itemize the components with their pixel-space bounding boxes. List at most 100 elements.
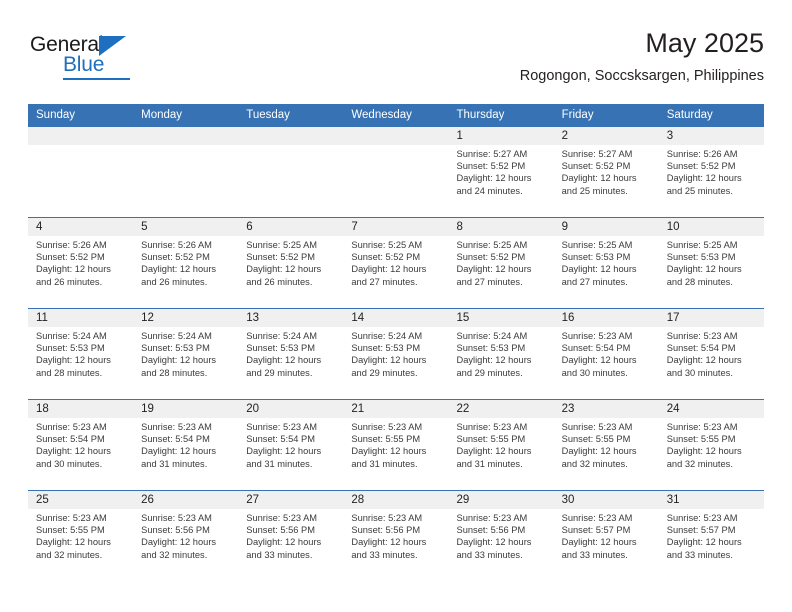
day-number[interactable]: 26 — [133, 491, 238, 509]
sunset-text: Sunset: 5:54 PM — [141, 434, 210, 445]
daylight-text-line2: and 27 minutes. — [561, 276, 628, 287]
day-number[interactable]: 31 — [659, 491, 764, 509]
daylight-text-line1: Daylight: 12 hours — [666, 355, 742, 366]
general-blue-logo[interactable]: General Blue — [30, 34, 160, 82]
day-number[interactable]: 24 — [659, 400, 764, 418]
day-cell[interactable]: Sunrise: 5:24 AM Sunset: 5:53 PM Dayligh… — [133, 327, 238, 399]
sunset-text: Sunset: 5:53 PM — [246, 343, 315, 354]
day-number[interactable] — [133, 127, 238, 145]
day-number[interactable]: 23 — [554, 400, 659, 418]
sunset-text: Sunset: 5:53 PM — [36, 343, 105, 354]
day-cell[interactable]: Sunrise: 5:23 AM Sunset: 5:57 PM Dayligh… — [659, 509, 764, 581]
daylight-text-line2: and 33 minutes. — [561, 549, 628, 560]
sunrise-text: Sunrise: 5:26 AM — [666, 149, 738, 159]
sunrise-text: Sunrise: 5:23 AM — [351, 422, 423, 432]
day-number[interactable]: 18 — [28, 400, 133, 418]
day-cell[interactable]: Sunrise: 5:23 AM Sunset: 5:57 PM Dayligh… — [554, 509, 659, 581]
day-number[interactable]: 15 — [449, 309, 554, 327]
sunset-text: Sunset: 5:54 PM — [36, 434, 105, 445]
day-cell[interactable]: Sunrise: 5:23 AM Sunset: 5:54 PM Dayligh… — [659, 327, 764, 399]
day-cell[interactable]: Sunrise: 5:23 AM Sunset: 5:54 PM Dayligh… — [554, 327, 659, 399]
day-cell[interactable]: Sunrise: 5:26 AM Sunset: 5:52 PM Dayligh… — [133, 236, 238, 308]
day-number[interactable]: 16 — [554, 309, 659, 327]
day-number[interactable]: 3 — [659, 127, 764, 145]
sunset-text: Sunset: 5:56 PM — [351, 525, 421, 536]
day-number[interactable]: 8 — [449, 218, 554, 236]
sunrise-text: Sunrise: 5:26 AM — [141, 240, 212, 250]
calendar-grid: Sunday Monday Tuesday Wednesday Thursday… — [28, 104, 764, 581]
day-cell[interactable]: Sunrise: 5:27 AM Sunset: 5:52 PM Dayligh… — [449, 145, 554, 217]
day-number[interactable]: 1 — [449, 127, 554, 145]
day-cell[interactable]: Sunrise: 5:24 AM Sunset: 5:53 PM Dayligh… — [343, 327, 448, 399]
day-cell[interactable]: Sunrise: 5:27 AM Sunset: 5:52 PM Dayligh… — [554, 145, 659, 217]
day-number[interactable]: 17 — [659, 309, 764, 327]
day-header-saturday: Saturday — [666, 109, 713, 121]
day-cell[interactable]: Sunrise: 5:23 AM Sunset: 5:54 PM Dayligh… — [238, 418, 343, 490]
day-number[interactable] — [343, 127, 448, 145]
sunrise-text: Sunrise: 5:23 AM — [456, 513, 528, 523]
day-number[interactable]: 10 — [659, 218, 764, 236]
day-cell[interactable] — [238, 145, 343, 217]
day-cell[interactable] — [28, 145, 133, 217]
day-header-monday: Monday — [141, 109, 183, 121]
day-number[interactable]: 29 — [449, 491, 554, 509]
day-number[interactable]: 5 — [133, 218, 238, 236]
day-cell[interactable]: Sunrise: 5:24 AM Sunset: 5:53 PM Dayligh… — [28, 327, 133, 399]
day-cell[interactable]: Sunrise: 5:23 AM Sunset: 5:56 PM Dayligh… — [449, 509, 554, 581]
day-cell[interactable]: Sunrise: 5:23 AM Sunset: 5:54 PM Dayligh… — [28, 418, 133, 490]
day-cell[interactable]: Sunrise: 5:23 AM Sunset: 5:55 PM Dayligh… — [28, 509, 133, 581]
daylight-text-line2: and 27 minutes. — [456, 276, 523, 287]
day-number[interactable]: 11 — [28, 309, 133, 327]
day-cell[interactable]: Sunrise: 5:25 AM Sunset: 5:52 PM Dayligh… — [343, 236, 448, 308]
day-cell[interactable] — [343, 145, 448, 217]
day-cell[interactable]: Sunrise: 5:25 AM Sunset: 5:53 PM Dayligh… — [659, 236, 764, 308]
daylight-text-line1: Daylight: 12 hours — [456, 537, 532, 548]
day-number[interactable]: 27 — [238, 491, 343, 509]
day-cell[interactable]: Sunrise: 5:23 AM Sunset: 5:56 PM Dayligh… — [133, 509, 238, 581]
day-cell[interactable] — [133, 145, 238, 217]
day-cell[interactable]: Sunrise: 5:26 AM Sunset: 5:52 PM Dayligh… — [659, 145, 764, 217]
calendar-page: General Blue May 2025 Rogongon, Soccsksa… — [0, 0, 792, 612]
day-number[interactable]: 21 — [343, 400, 448, 418]
daylight-text-line2: and 32 minutes. — [666, 458, 733, 469]
day-cell[interactable]: Sunrise: 5:23 AM Sunset: 5:55 PM Dayligh… — [659, 418, 764, 490]
day-cell[interactable]: Sunrise: 5:24 AM Sunset: 5:53 PM Dayligh… — [449, 327, 554, 399]
day-number[interactable]: 2 — [554, 127, 659, 145]
day-number[interactable]: 19 — [133, 400, 238, 418]
day-number[interactable]: 13 — [238, 309, 343, 327]
daylight-text-line2: and 31 minutes. — [246, 458, 313, 469]
sunset-text: Sunset: 5:55 PM — [36, 525, 105, 536]
calendar-week-row: 25 26 27 28 29 30 31 Sunrise: 5:23 AM Su… — [28, 490, 764, 581]
day-number[interactable]: 7 — [343, 218, 448, 236]
day-cell[interactable]: Sunrise: 5:23 AM Sunset: 5:55 PM Dayligh… — [449, 418, 554, 490]
day-cell[interactable]: Sunrise: 5:26 AM Sunset: 5:52 PM Dayligh… — [28, 236, 133, 308]
day-number[interactable]: 30 — [554, 491, 659, 509]
day-cell[interactable]: Sunrise: 5:23 AM Sunset: 5:56 PM Dayligh… — [238, 509, 343, 581]
day-number[interactable]: 20 — [238, 400, 343, 418]
day-number[interactable]: 25 — [28, 491, 133, 509]
sunrise-text: Sunrise: 5:23 AM — [666, 331, 738, 341]
daylight-text-line1: Daylight: 12 hours — [246, 537, 322, 548]
day-number[interactable]: 6 — [238, 218, 343, 236]
day-number[interactable] — [238, 127, 343, 145]
day-cell[interactable]: Sunrise: 5:25 AM Sunset: 5:52 PM Dayligh… — [238, 236, 343, 308]
day-number[interactable]: 14 — [343, 309, 448, 327]
day-cell[interactable]: Sunrise: 5:25 AM Sunset: 5:53 PM Dayligh… — [554, 236, 659, 308]
day-cell[interactable]: Sunrise: 5:23 AM Sunset: 5:56 PM Dayligh… — [343, 509, 448, 581]
day-number[interactable]: 9 — [554, 218, 659, 236]
day-number[interactable]: 22 — [449, 400, 554, 418]
day-cell[interactable]: Sunrise: 5:25 AM Sunset: 5:52 PM Dayligh… — [449, 236, 554, 308]
day-cell[interactable]: Sunrise: 5:23 AM Sunset: 5:55 PM Dayligh… — [554, 418, 659, 490]
daylight-text-line1: Daylight: 12 hours — [246, 446, 322, 457]
sunset-text: Sunset: 5:56 PM — [456, 525, 526, 536]
day-number[interactable]: 4 — [28, 218, 133, 236]
daylight-text-line1: Daylight: 12 hours — [561, 537, 637, 548]
calendar-week-row: 18 19 20 21 22 23 24 Sunrise: 5:23 AM Su… — [28, 399, 764, 490]
day-number[interactable] — [28, 127, 133, 145]
day-cell[interactable]: Sunrise: 5:23 AM Sunset: 5:55 PM Dayligh… — [343, 418, 448, 490]
day-number[interactable]: 12 — [133, 309, 238, 327]
day-cell[interactable]: Sunrise: 5:24 AM Sunset: 5:53 PM Dayligh… — [238, 327, 343, 399]
day-cell[interactable]: Sunrise: 5:23 AM Sunset: 5:54 PM Dayligh… — [133, 418, 238, 490]
sunrise-text: Sunrise: 5:26 AM — [36, 240, 107, 250]
day-number[interactable]: 28 — [343, 491, 448, 509]
